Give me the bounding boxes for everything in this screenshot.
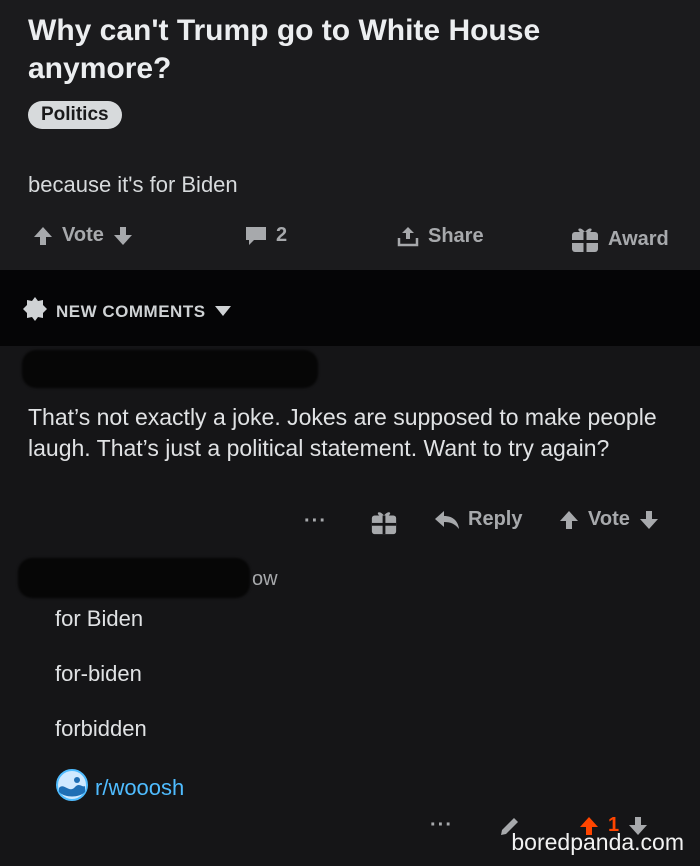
share-label: Share xyxy=(428,224,484,247)
award-gift-icon[interactable] xyxy=(370,508,398,542)
share-button[interactable]: Share xyxy=(396,224,484,248)
watermark: boredpanda.com xyxy=(511,829,684,855)
reply-line-2: for-biden xyxy=(55,661,142,686)
post-card: Why can't Trump go to White House anymor… xyxy=(0,0,700,270)
comment-count: 2 xyxy=(276,224,288,246)
gift-icon xyxy=(570,224,600,254)
more-options-button[interactable]: ··· xyxy=(304,510,327,533)
reply-line-3: forbidden xyxy=(55,716,147,741)
chevron-down-icon xyxy=(214,302,232,322)
post-body: because it's for Biden xyxy=(28,172,238,197)
post-title[interactable]: Why can't Trump go to White House anymor… xyxy=(28,12,668,88)
redacted-reply-username xyxy=(18,558,250,598)
award-label: Award xyxy=(608,227,669,250)
post-action-bar: Vote 2 Share Award xyxy=(0,218,700,254)
upvote-icon[interactable] xyxy=(32,225,54,247)
new-comments-sort[interactable]: NEW COMMENTS xyxy=(22,296,232,327)
comment-vote-control: Vote xyxy=(558,508,660,531)
new-comments-label: NEW COMMENTS xyxy=(56,301,206,321)
more-options-button[interactable]: ··· xyxy=(430,814,453,837)
downvote-icon[interactable] xyxy=(638,509,660,531)
reply-meta-partial: ow xyxy=(252,568,278,590)
subreddit-link[interactable]: r/wooosh xyxy=(55,768,184,808)
comment-bubble-icon xyxy=(244,225,268,247)
upvote-icon[interactable] xyxy=(558,509,580,531)
subreddit-avatar-icon xyxy=(55,768,89,808)
comment-body: That’s not exactly a joke. Jokes are sup… xyxy=(28,404,657,461)
vote-label: Vote xyxy=(62,224,104,246)
reply-line-1: for Biden xyxy=(55,606,144,631)
reply-arrow-icon xyxy=(434,510,460,530)
share-icon xyxy=(396,224,420,248)
reply-button[interactable]: Reply xyxy=(434,508,522,531)
reply-label: Reply xyxy=(468,508,523,530)
post-vote-control: Vote xyxy=(32,224,134,247)
subreddit-name: r/wooosh xyxy=(95,775,185,800)
comments-button[interactable]: 2 xyxy=(244,224,287,247)
award-button[interactable]: Award xyxy=(570,224,669,254)
redacted-username xyxy=(22,350,318,388)
comment-action-bar: ··· Reply Vote xyxy=(0,506,700,540)
downvote-icon[interactable] xyxy=(112,225,134,247)
vote-label: Vote xyxy=(588,508,630,530)
sparkle-badge-icon xyxy=(22,296,48,327)
post-flair[interactable]: Politics xyxy=(28,101,122,129)
